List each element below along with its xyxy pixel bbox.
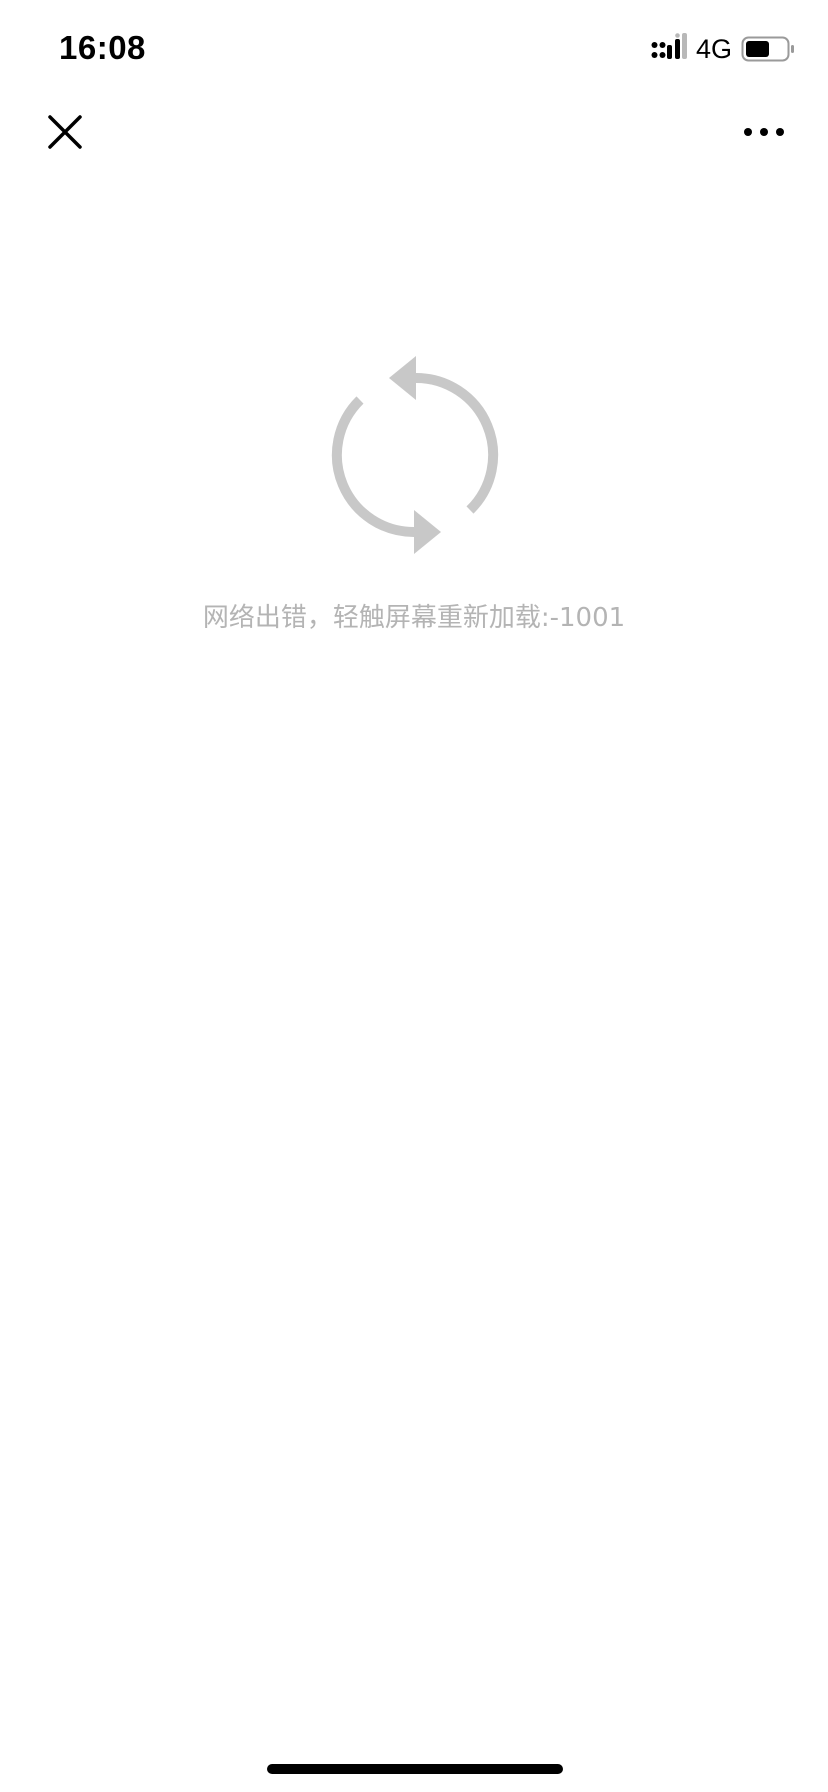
battery-icon	[741, 36, 794, 62]
reload-icon	[331, 356, 499, 554]
close-icon[interactable]	[40, 107, 90, 157]
status-time: 16:08	[59, 29, 146, 66]
home-indicator[interactable]	[267, 1764, 563, 1774]
cellular-signal-icon	[651, 33, 687, 59]
more-icon[interactable]	[740, 115, 788, 149]
reload-tap-area[interactable]: 网络出错，轻触屏幕重新加载:-1001	[0, 300, 828, 660]
status-bar: 16:08 4G	[0, 0, 828, 100]
error-message: 网络出错，轻触屏幕重新加载:-1001	[202, 603, 626, 633]
network-type: 4G	[696, 34, 733, 64]
